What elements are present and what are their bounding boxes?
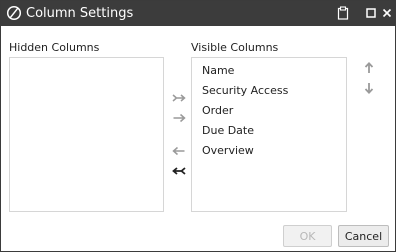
hidden-columns-list[interactable] (9, 57, 164, 212)
list-item[interactable]: Due Date (202, 124, 254, 137)
list-item[interactable]: Order (202, 104, 233, 117)
window-title: Column Settings (26, 6, 134, 21)
ok-button[interactable]: OK (283, 225, 332, 247)
visible-columns-label: Visible Columns (191, 41, 279, 54)
arrow-left-icon[interactable] (171, 144, 187, 158)
arrow-right-icon[interactable] (171, 111, 187, 125)
arrow-up-icon[interactable] (361, 61, 377, 75)
list-item[interactable]: Name (202, 64, 234, 77)
title-bar[interactable]: Column Settings (1, 1, 395, 26)
cancel-button[interactable]: Cancel (338, 225, 389, 247)
visible-columns-list[interactable]: Name Security Access Order Due Date Over… (191, 57, 347, 212)
no-entry-circle-icon (6, 5, 22, 21)
double-arrow-left-icon[interactable] (171, 164, 187, 178)
maximize-icon[interactable] (363, 5, 379, 21)
column-settings-dialog: Column Settings Hidden Columns Visible C… (0, 0, 396, 252)
list-item[interactable]: Overview (202, 144, 254, 157)
close-icon[interactable] (379, 5, 395, 21)
list-item[interactable]: Security Access (202, 84, 288, 97)
arrow-down-icon[interactable] (361, 81, 377, 95)
double-arrow-right-icon[interactable] (171, 91, 187, 105)
hidden-columns-label: Hidden Columns (9, 41, 100, 54)
clipboard-icon[interactable] (335, 5, 351, 21)
